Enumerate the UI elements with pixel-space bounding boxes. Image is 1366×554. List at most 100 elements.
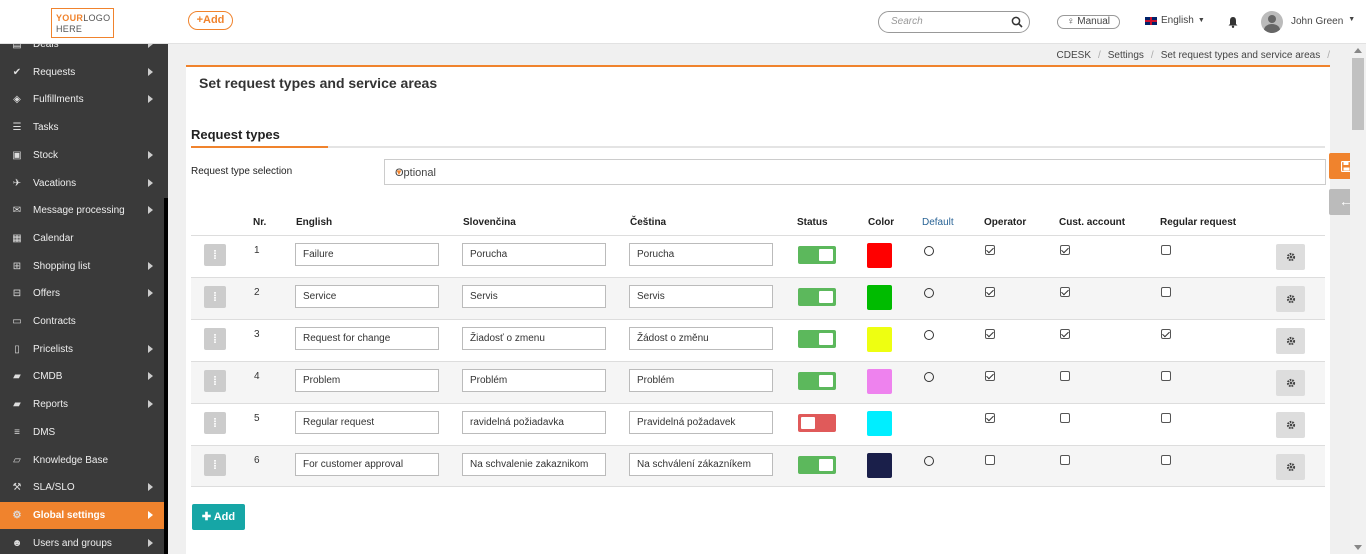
request-type-selection-select[interactable]: Optional ▼ (384, 159, 1326, 185)
row-settings-button[interactable] (1276, 328, 1305, 354)
slovak-name-input[interactable]: Servis (462, 285, 606, 308)
search-input[interactable]: Search (878, 11, 1030, 33)
breadcrumb-item-settings[interactable]: Settings (1108, 50, 1144, 61)
color-swatch[interactable] (867, 285, 892, 310)
czech-name-input[interactable]: Problém (629, 369, 773, 392)
logo[interactable]: YOURLOGO HERE (51, 8, 114, 38)
scroll-down-arrow[interactable] (1354, 545, 1362, 550)
column-header-default[interactable]: Default (922, 217, 954, 228)
color-swatch[interactable] (867, 453, 892, 478)
cust-account-checkbox[interactable] (1060, 287, 1070, 297)
sidebar-item-contracts[interactable]: ▭ Contracts (0, 308, 164, 335)
sidebar-item-deals[interactable]: ▤ Deals (0, 44, 164, 58)
slovak-name-input[interactable]: Porucha (462, 243, 606, 266)
default-radio[interactable] (924, 456, 934, 466)
sidebar-item-cmdb[interactable]: ▰ CMDB (0, 363, 164, 390)
add-button-top[interactable]: +Add (188, 11, 233, 30)
search-icon[interactable] (1011, 16, 1023, 28)
color-swatch[interactable] (867, 369, 892, 394)
czech-name-input[interactable]: Pravidelná požadavek (629, 411, 773, 434)
czech-name-input[interactable]: Žádost o změnu (629, 327, 773, 350)
czech-name-input[interactable]: Na schválení zákazníkem (629, 453, 773, 476)
english-name-input[interactable]: Request for change (295, 327, 439, 350)
sidebar-item-shopping-list[interactable]: ⊞ Shopping list (0, 253, 164, 280)
sidebar-item-knowledge-base[interactable]: ▱ Knowledge Base (0, 447, 164, 474)
drag-handle[interactable]: ⁞ (204, 286, 226, 308)
status-toggle[interactable] (798, 414, 836, 432)
slovak-name-input[interactable]: ravidelná požiadavka (462, 411, 606, 434)
drag-handle[interactable]: ⁞ (204, 328, 226, 350)
sidebar-item-vacations[interactable]: ✈ Vacations (0, 170, 164, 197)
operator-checkbox[interactable] (985, 455, 995, 465)
slovak-name-input[interactable]: Problém (462, 369, 606, 392)
english-name-input[interactable]: Failure (295, 243, 439, 266)
english-name-input[interactable]: Regular request (295, 411, 439, 434)
row-settings-button[interactable] (1276, 370, 1305, 396)
default-radio[interactable] (924, 372, 934, 382)
color-swatch[interactable] (867, 411, 892, 436)
operator-checkbox[interactable] (985, 245, 995, 255)
regular-request-checkbox[interactable] (1161, 245, 1171, 255)
czech-name-input[interactable]: Porucha (629, 243, 773, 266)
cust-account-checkbox[interactable] (1060, 329, 1070, 339)
default-radio[interactable] (924, 330, 934, 340)
regular-request-checkbox[interactable] (1161, 329, 1171, 339)
scroll-thumb[interactable] (1352, 58, 1364, 130)
sidebar-item-dms[interactable]: ≡ DMS (0, 419, 164, 446)
operator-checkbox[interactable] (985, 329, 995, 339)
sidebar-item-pricelists[interactable]: ▯ Pricelists (0, 336, 164, 363)
english-name-input[interactable]: For customer approval (295, 453, 439, 476)
sidebar-item-offers[interactable]: ⊟ Offers (0, 280, 164, 307)
default-radio[interactable] (924, 246, 934, 256)
row-settings-button[interactable] (1276, 412, 1305, 438)
row-settings-button[interactable] (1276, 286, 1305, 312)
status-toggle[interactable] (798, 246, 836, 264)
sidebar-item-requests[interactable]: ✔ Requests (0, 59, 164, 86)
regular-request-checkbox[interactable] (1161, 371, 1171, 381)
scroll-up-arrow[interactable] (1354, 48, 1362, 53)
status-toggle[interactable] (798, 372, 836, 390)
drag-handle[interactable]: ⁞ (204, 370, 226, 392)
sidebar-item-message-processing[interactable]: ✉ Message processing (0, 197, 164, 224)
cust-account-checkbox[interactable] (1060, 455, 1070, 465)
english-name-input[interactable]: Service (295, 285, 439, 308)
regular-request-checkbox[interactable] (1161, 413, 1171, 423)
sidebar-item-reports[interactable]: ▰ Reports (0, 391, 164, 418)
default-radio[interactable] (924, 288, 934, 298)
drag-handle[interactable]: ⁞ (204, 412, 226, 434)
cust-account-checkbox[interactable] (1060, 371, 1070, 381)
manual-button[interactable]: ♀ Manual (1057, 15, 1120, 29)
slovak-name-input[interactable]: Žiadosť o zmenu (462, 327, 606, 350)
language-selector[interactable]: English ▼ (1145, 15, 1205, 26)
operator-checkbox[interactable] (985, 371, 995, 381)
slovak-name-input[interactable]: Na schvalenie zakaznikom (462, 453, 606, 476)
sidebar-item-fulfillments[interactable]: ◈ Fulfillments (0, 86, 164, 113)
user-menu[interactable]: John Green ▼ (1291, 16, 1355, 27)
bell-icon[interactable] (1227, 16, 1239, 28)
regular-request-checkbox[interactable] (1161, 287, 1171, 297)
sidebar-item-global-settings[interactable]: ⚙ Global settings (0, 501, 164, 529)
czech-name-input[interactable]: Servis (629, 285, 773, 308)
drag-handle[interactable]: ⁞ (204, 244, 226, 266)
status-toggle[interactable] (798, 456, 836, 474)
status-toggle[interactable] (798, 330, 836, 348)
cust-account-checkbox[interactable] (1060, 413, 1070, 423)
color-swatch[interactable] (867, 243, 892, 268)
cust-account-checkbox[interactable] (1060, 245, 1070, 255)
operator-checkbox[interactable] (985, 287, 995, 297)
sidebar-item-sla-slo[interactable]: ⚒ SLA/SLO (0, 474, 164, 501)
sidebar-item-calendar[interactable]: ▦ Calendar (0, 225, 164, 252)
color-swatch[interactable] (867, 327, 892, 352)
row-settings-button[interactable] (1276, 454, 1305, 480)
regular-request-checkbox[interactable] (1161, 455, 1171, 465)
add-request-type-button[interactable]: ✚ Add (192, 504, 245, 530)
avatar[interactable] (1261, 11, 1283, 33)
sidebar-item-stock[interactable]: ▣ Stock (0, 142, 164, 169)
breadcrumb-item-cdesk[interactable]: CDESK (1057, 50, 1091, 61)
operator-checkbox[interactable] (985, 413, 995, 423)
status-toggle[interactable] (798, 288, 836, 306)
sidebar-item-tasks[interactable]: ☰ Tasks (0, 114, 164, 141)
drag-handle[interactable]: ⁞ (204, 454, 226, 476)
page-scrollbar[interactable] (1350, 44, 1366, 554)
sidebar-item-users-and-groups[interactable]: ☻ Users and groups (0, 530, 164, 554)
